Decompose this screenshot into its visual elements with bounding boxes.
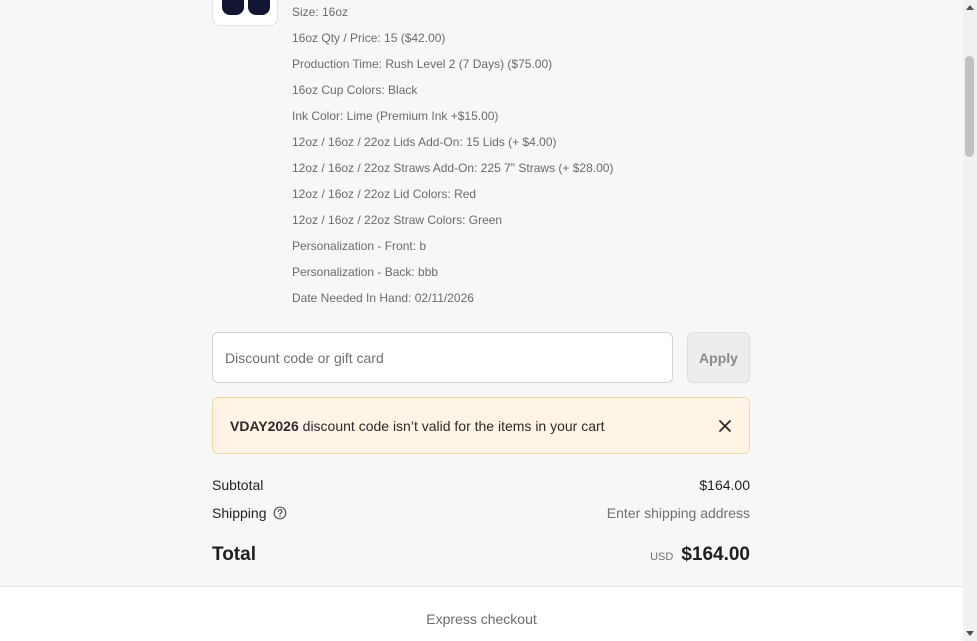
option-cup-colors: 16oz Cup Colors: Black [292, 83, 418, 97]
scroll-down-arrow-icon[interactable] [966, 631, 974, 636]
option-straws-addon: 12oz / 16oz / 22oz Straws Add-On: 225 7"… [292, 161, 614, 175]
scroll-up-arrow-icon[interactable] [966, 5, 974, 10]
option-lid-colors: 12oz / 16oz / 22oz Lid Colors: Red [292, 187, 477, 201]
currency-code: USD [650, 551, 674, 563]
cup-image [222, 0, 244, 15]
option-personalization-front: Personalization - Front: b [292, 239, 427, 253]
checkout-page: Size: 16oz 16oz Qty / Price: 15 ($42.00)… [0, 0, 977, 641]
shipping-label: Shipping [212, 505, 267, 521]
express-checkout-section: Express checkout [0, 586, 963, 641]
subtotal-label: Subtotal [212, 477, 264, 493]
scrollbar-thumb[interactable] [965, 56, 974, 157]
shipping-row: Shipping Enter shipping address [212, 504, 750, 522]
discount-code-input[interactable] [212, 332, 673, 383]
warning-text: VDAY2026 discount code isn’t valid for t… [230, 418, 605, 434]
help-circle-icon[interactable] [273, 506, 287, 520]
close-icon[interactable] [718, 419, 732, 433]
apply-button[interactable]: Apply [687, 332, 750, 383]
option-ink-color: Ink Color: Lime (Premium Ink +$15.00) [292, 109, 499, 123]
cup-image [248, 0, 270, 15]
product-thumbnail [212, 0, 278, 26]
shipping-value: Enter shipping address [606, 505, 750, 521]
total-amount-group: USD $164.00 [650, 544, 750, 566]
discount-warning-banner: VDAY2026 discount code isn’t valid for t… [212, 397, 750, 454]
option-personalization-back: Personalization - Back: bbb [292, 265, 439, 279]
total-label: Total [212, 544, 256, 565]
express-checkout-label: Express checkout [426, 611, 537, 627]
total-value: $164.00 [681, 544, 750, 565]
subtotal-row: Subtotal $164.00 [212, 476, 750, 494]
option-date-needed: Date Needed In Hand: 02/11/2026 [292, 291, 474, 305]
discount-code-text: VDAY2026 [230, 417, 299, 434]
option-straw-colors: 12oz / 16oz / 22oz Straw Colors: Green [292, 213, 503, 227]
option-size: Size: 16oz [292, 5, 349, 19]
shipping-label-group: Shipping [212, 505, 287, 521]
total-row: Total USD $164.00 [212, 542, 750, 568]
option-qty-price: 16oz Qty / Price: 15 ($42.00) [292, 31, 446, 45]
option-lids-addon: 12oz / 16oz / 22oz Lids Add-On: 15 Lids … [292, 135, 557, 149]
warning-message: discount code isn’t valid for the items … [298, 417, 605, 434]
scrollbar[interactable] [963, 0, 977, 641]
product-options-list: Size: 16oz 16oz Qty / Price: 15 ($42.00)… [292, 3, 613, 315]
option-production-time: Production Time: Rush Level 2 (7 Days) (… [292, 57, 553, 71]
subtotal-value: $164.00 [699, 477, 750, 493]
